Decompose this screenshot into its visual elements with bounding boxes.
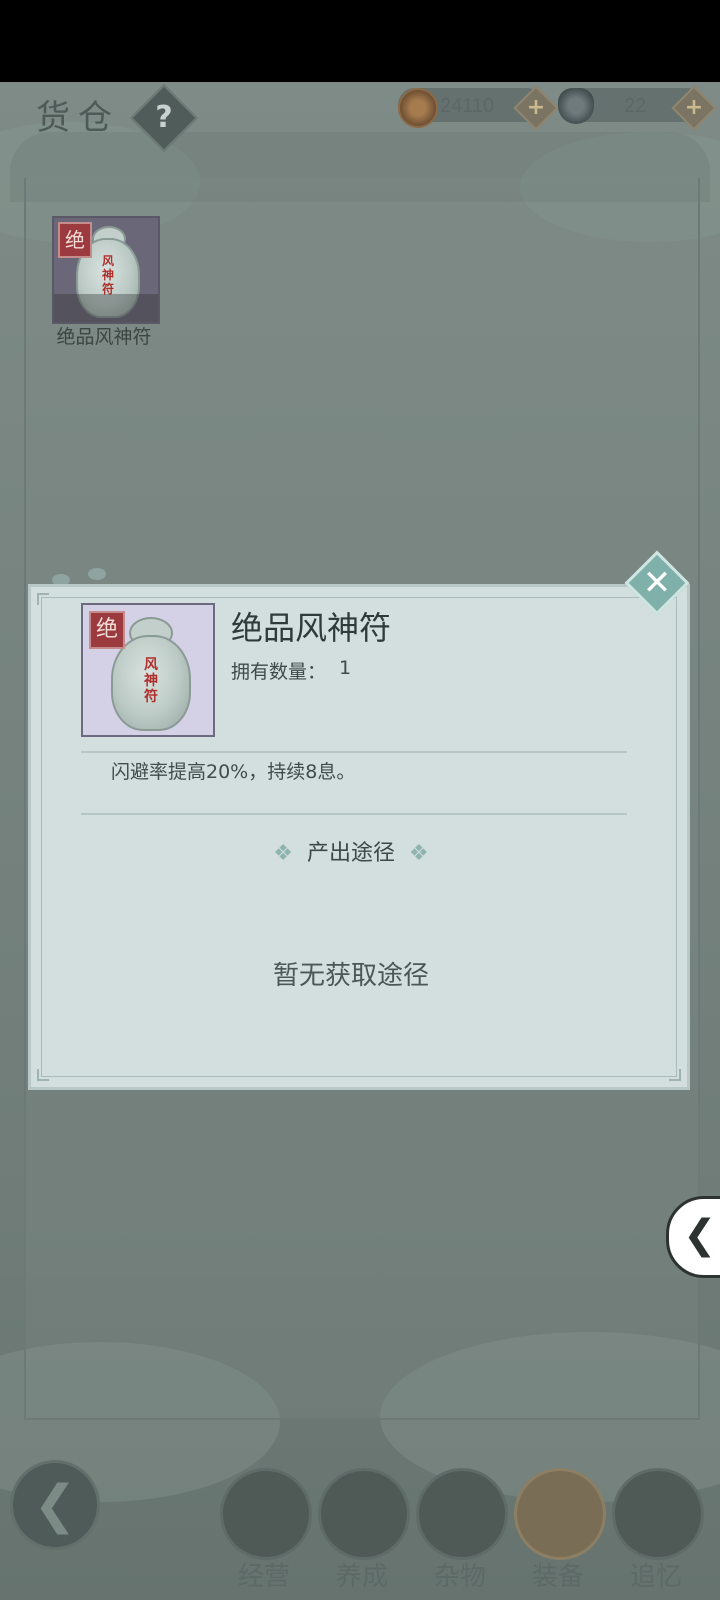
status-bar: [0, 0, 720, 82]
tab-label: 追忆: [629, 1562, 682, 1592]
grade-badge: 绝: [89, 611, 125, 649]
diamond-ornament-icon: ❖: [409, 841, 429, 866]
silver-ingot-icon: [558, 88, 594, 124]
bottom-tab-bar: 经营 养成 杂物 装备 追忆: [206, 1452, 720, 1600]
diamond-ornament-icon: ❖: [273, 841, 293, 866]
inventory-item-label: 绝品风神符: [56, 326, 152, 348]
tab-label: 装备: [531, 1562, 584, 1592]
currency-copper: 24110 +: [398, 85, 559, 131]
copper-coin-icon: [398, 88, 438, 128]
back-button[interactable]: ❮: [10, 1460, 100, 1550]
tab-yangcheng[interactable]: 养成: [314, 1452, 410, 1600]
item-description: 闪避率提高20%，持续8息。: [111, 761, 356, 783]
tab-zhuiyi[interactable]: 追忆: [608, 1452, 704, 1600]
armor-icon: [514, 1468, 606, 1560]
tab-zhuangbei[interactable]: 装备: [510, 1452, 606, 1600]
silver-amount: 22: [624, 95, 647, 117]
item-name: 绝品风神符: [231, 609, 392, 647]
tab-zawu[interactable]: 杂物: [412, 1452, 508, 1600]
quantity-label: 拥有数量：: [231, 661, 327, 683]
orb-icon: [318, 1468, 410, 1560]
tab-label: 杂物: [433, 1562, 486, 1592]
frame-corner: [669, 1069, 681, 1081]
tab-label: 养成: [335, 1562, 388, 1592]
question-icon: ?: [155, 100, 173, 135]
divider: [81, 813, 627, 815]
tab-label: 经营: [237, 1562, 290, 1592]
tab-jingying[interactable]: 经营: [216, 1452, 312, 1600]
frame-corner: [37, 593, 49, 605]
bundle-icon: [416, 1468, 508, 1560]
letter-icon: [612, 1468, 704, 1560]
no-source-text: 暂无获取途径: [272, 961, 429, 991]
chevron-left-icon: ❮: [683, 1212, 717, 1258]
item-icon: 风神符 绝: [81, 603, 215, 737]
charm-icon: 风神符: [111, 635, 191, 731]
item-detail-dialog: 风神符 绝 绝品风神符 拥有数量： 1 闪避率提高20%，持续8息。 ❖ 产出途径…: [28, 584, 690, 1090]
back-arrow-icon: ❮: [33, 1475, 77, 1535]
source-section-title: ❖ 产出途径 ❖: [31, 835, 671, 867]
bird-decoration: [88, 568, 106, 580]
page-title: 货仓: [36, 98, 120, 138]
close-icon: ✕: [642, 563, 672, 603]
item-shade: [54, 294, 158, 322]
plus-icon: +: [684, 95, 704, 120]
source-title-text: 产出途径: [306, 841, 395, 866]
frame-corner: [37, 1069, 49, 1081]
currency-silver: 22 +: [558, 85, 717, 131]
grade-badge: 绝: [58, 222, 92, 258]
quantity-value: 1: [339, 657, 352, 679]
inventory-item[interactable]: 风神符 绝: [52, 216, 160, 324]
bowl-icon: [220, 1468, 312, 1560]
plus-icon: +: [526, 95, 546, 120]
divider: [81, 751, 627, 753]
copper-amount: 24110: [440, 95, 495, 117]
